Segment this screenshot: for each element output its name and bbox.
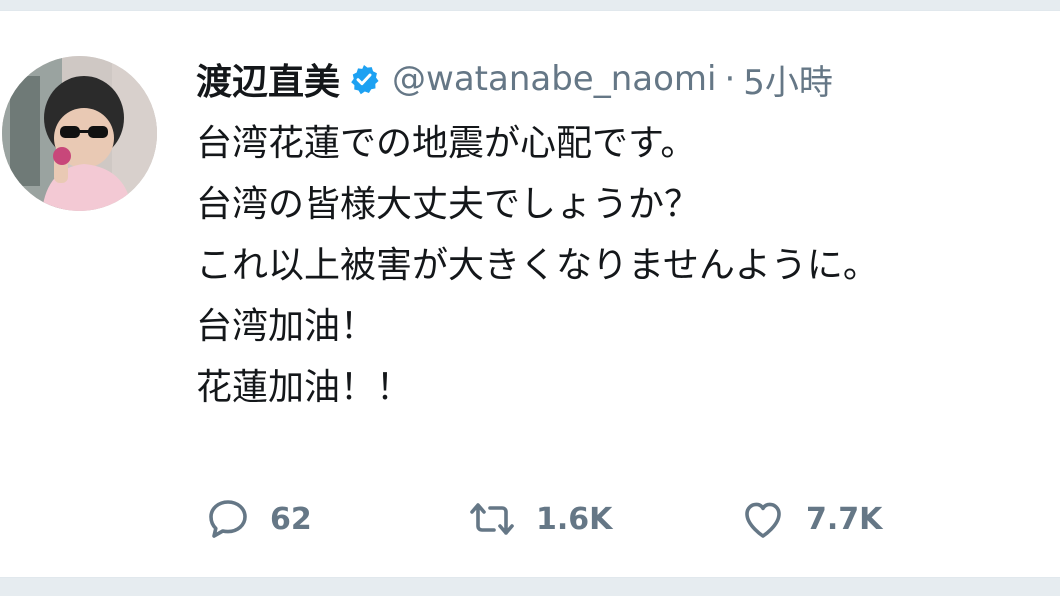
tweet-line: 台湾加油！ bbox=[196, 306, 377, 347]
avatar[interactable] bbox=[2, 56, 157, 211]
tweet-line: 台湾の皆様大丈夫でしょうか？ bbox=[196, 184, 701, 225]
tweet-actions: 62 1.6K 7.7K bbox=[204, 495, 882, 543]
tweet-line: 花蓮加油！！ bbox=[196, 367, 413, 408]
tweet-content: 渡辺直美 @watanabe_naomi · 5小時 台湾花蓮での地震が心配です… bbox=[196, 49, 1060, 418]
separator-dot: · bbox=[724, 59, 736, 99]
tweet-text: 台湾花蓮での地震が心配です。 台湾の皆様大丈夫でしょうか？ これ以上被害が大きく… bbox=[196, 113, 1060, 418]
like-button[interactable]: 7.7K bbox=[738, 495, 882, 543]
retweet-button[interactable]: 1.6K bbox=[466, 495, 738, 543]
tweet-header: 渡辺直美 @watanabe_naomi · 5小時 bbox=[196, 49, 1060, 109]
reply-count: 62 bbox=[270, 501, 312, 537]
tweet-card[interactable]: 渡辺直美 @watanabe_naomi · 5小時 台湾花蓮での地震が心配です… bbox=[0, 10, 1060, 578]
retweet-count: 1.6K bbox=[536, 501, 613, 537]
author-handle[interactable]: @watanabe_naomi bbox=[392, 59, 716, 99]
like-count: 7.7K bbox=[806, 501, 883, 537]
avatar-photo bbox=[2, 56, 157, 211]
verified-badge-icon bbox=[348, 63, 380, 95]
tweet-timestamp[interactable]: 5小時 bbox=[743, 55, 833, 104]
tweet-line: これ以上被害が大きくなりませんように。 bbox=[196, 245, 879, 286]
author-display-name[interactable]: 渡辺直美 bbox=[196, 53, 340, 105]
reply-icon bbox=[204, 495, 252, 543]
tweet-line: 台湾花蓮での地震が心配です。 bbox=[196, 123, 697, 164]
heart-icon bbox=[738, 495, 788, 543]
reply-button[interactable]: 62 bbox=[204, 495, 466, 543]
retweet-icon bbox=[466, 495, 518, 543]
